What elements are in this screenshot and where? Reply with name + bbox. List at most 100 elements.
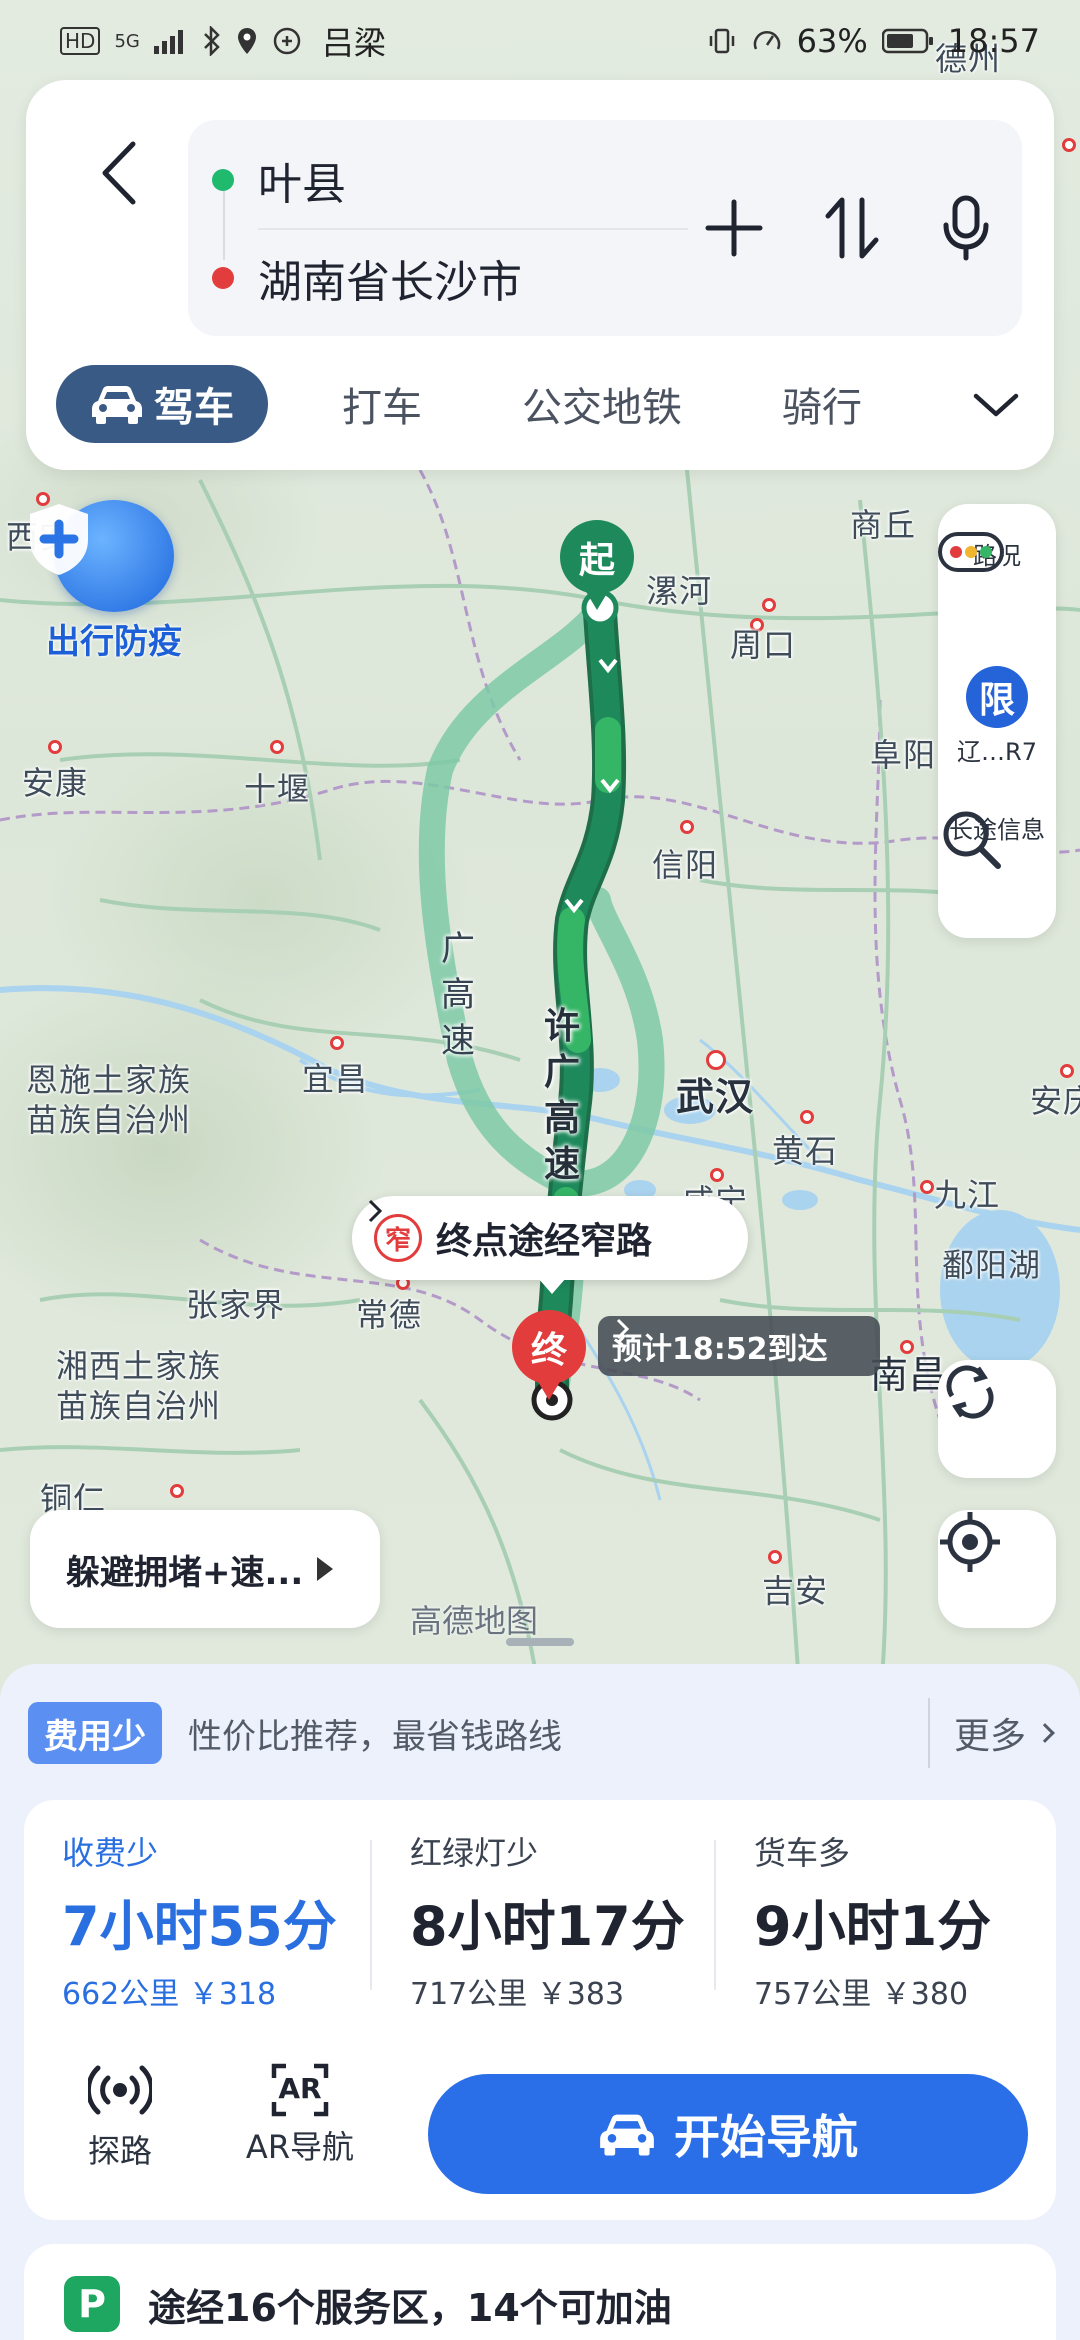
eta-text: 预计18:52到达	[612, 1332, 828, 1367]
city-xinyang: 信阳	[652, 846, 719, 884]
vibrate-icon	[709, 28, 734, 54]
side-toolbar: 路况 限 辽…R7 长途信息	[938, 504, 1056, 938]
broadcast-icon	[85, 2065, 155, 2115]
signal-icon	[153, 30, 183, 54]
restriction-label: 辽…R7	[957, 738, 1037, 766]
traffic-toggle[interactable]: 路况	[938, 532, 1056, 572]
chevron-right-icon	[1035, 1723, 1055, 1743]
route-plan-option[interactable]: 红绿灯少 8小时17分 717公里 ￥383	[370, 1834, 710, 2012]
city-jiujiang: 九江	[934, 1176, 1001, 1214]
car-icon	[92, 386, 142, 424]
city-wuhan: 武汉	[676, 1075, 755, 1119]
plan-distance-cost: 662公里 ￥318	[62, 1977, 277, 2012]
city-xiangxi: 湘西土家族 苗族自治州	[56, 1347, 222, 1425]
chevron-right-icon	[368, 1199, 383, 1223]
origin-dot	[212, 169, 234, 191]
route-planner-card: 叶县 湖南省长沙市 驾车 打车 公交地铁 骑行	[26, 80, 1054, 470]
city-yichang: 宜昌	[302, 1060, 369, 1098]
epidemic-label: 出行防疫	[46, 622, 182, 662]
refresh-route-button[interactable]	[938, 1360, 1056, 1478]
city-enshi: 恩施土家族 苗族自治州	[26, 1061, 192, 1139]
shield-status-icon	[273, 27, 301, 55]
destination-field[interactable]: 湖南省长沙市	[208, 228, 648, 328]
origin-field[interactable]: 叶县	[208, 130, 648, 230]
destination-dot	[212, 267, 234, 289]
plan-tag: 收费少	[62, 1834, 159, 1872]
long-trip-info[interactable]: 长途信息	[938, 806, 1056, 869]
ar-nav-label: AR导航	[245, 2128, 355, 2166]
restriction-info[interactable]: 限 辽…R7	[938, 666, 1056, 767]
tab-taxi[interactable]: 打车	[320, 365, 444, 443]
city-changde: 常德	[356, 1296, 423, 1334]
city-huangshi: 黄石	[772, 1132, 839, 1170]
tab-cycling[interactable]: 骑行	[760, 365, 884, 443]
sheet-drag-handle[interactable]	[506, 1638, 574, 1646]
epidemic-prevention-entry[interactable]: 出行防疫	[24, 500, 204, 662]
network-indicator: 5G	[114, 30, 140, 52]
eta-bubble[interactable]: 预计18:52到达	[598, 1316, 880, 1376]
shield-plus-icon	[30, 500, 174, 612]
more-routes-button[interactable]: 更多	[927, 1698, 1055, 1768]
back-arrow-icon	[102, 141, 136, 205]
city-dot	[170, 1484, 184, 1498]
locate-me-button[interactable]	[938, 1510, 1056, 1628]
plan-distance-cost: 757公里 ￥380	[754, 1977, 969, 2012]
route-plan-option[interactable]: 货车多 9小时1分 757公里 ￥380	[714, 1834, 1054, 2012]
route-recommendation-row[interactable]: 费用少 性价比推荐，最省钱路线 更多	[28, 1698, 1055, 1768]
status-location-label: 吕梁	[321, 24, 386, 62]
parking-icon: P	[64, 2276, 120, 2332]
tab-transit[interactable]: 公交地铁	[500, 365, 704, 443]
route-plan-option[interactable]: 收费少 7小时55分 662公里 ￥318	[24, 1800, 364, 2012]
city-nanchang: 南昌	[870, 1353, 949, 1397]
location-icon	[237, 28, 256, 54]
city-luohe: 漯河	[646, 572, 713, 610]
map-logo: 高德地图	[410, 1602, 539, 1640]
city-dot	[920, 1180, 934, 1194]
search-icon	[943, 811, 1001, 869]
bluetooth-icon	[203, 26, 220, 56]
route-options-sheet: 费用少 性价比推荐，最省钱路线 更多 收费少 7小时55分 662公里 ￥318…	[0, 1664, 1080, 2340]
city-ankang: 安康	[22, 764, 89, 802]
probe-route-button[interactable]: 探路	[50, 2062, 190, 2172]
city-dot	[330, 1036, 344, 1050]
car-icon	[600, 2114, 654, 2156]
plus-icon	[705, 199, 763, 257]
city-dot	[800, 1110, 814, 1124]
plan-tag: 货车多	[754, 1834, 851, 1872]
service-area-text: 途经16个服务区，14个可加油	[148, 2285, 672, 2330]
locate-icon	[940, 1512, 1000, 1572]
battery-percent: 63%	[796, 22, 868, 60]
start-pin[interactable]: 起	[560, 520, 634, 610]
ar-navigation-button[interactable]: AR AR导航	[230, 2062, 370, 2168]
more-modes-button[interactable]	[956, 362, 1036, 446]
microphone-icon	[943, 195, 989, 261]
swap-route-button[interactable]	[802, 178, 902, 278]
add-waypoint-button[interactable]	[684, 178, 784, 278]
start-navigation-button[interactable]: 开始导航	[428, 2074, 1028, 2194]
chevron-down-icon	[973, 393, 1019, 417]
narrow-road-notice[interactable]: 窄 终点途经窄路	[352, 1196, 748, 1294]
plan-tag: 红绿灯少	[410, 1834, 539, 1872]
end-pin[interactable]: 终	[512, 1310, 586, 1400]
ar-icon: AR	[270, 2062, 330, 2118]
tab-drive[interactable]: 驾车	[56, 365, 268, 443]
city-anqing: 安庆	[1030, 1082, 1080, 1120]
start-navigation-label: 开始导航	[674, 2110, 858, 2164]
plan-distance-cost: 717公里 ￥383	[410, 1977, 625, 2012]
back-button[interactable]	[74, 128, 164, 218]
plan-duration: 8小时17分	[410, 1895, 685, 1958]
voice-input-button[interactable]	[916, 178, 1016, 278]
status-bar: HD 5G 吕梁 63% 18:57	[0, 0, 1080, 82]
destination-value: 湖南省长沙市	[258, 257, 522, 308]
road-label-alt: 广高速	[441, 929, 475, 1061]
swap-icon	[825, 197, 879, 259]
probe-label: 探路	[87, 2132, 152, 2170]
service-area-card[interactable]: P 途经16个服务区，14个可加油	[24, 2244, 1056, 2340]
city-fuyang: 阜阳	[870, 736, 937, 774]
recommendation-description: 性价比推荐，最省钱路线	[188, 1716, 562, 1757]
origin-value: 叶县	[258, 159, 346, 210]
route-preference-button[interactable]: 躲避拥堵+速...	[30, 1510, 380, 1628]
city-dot	[768, 1550, 782, 1564]
route-preference-label: 躲避拥堵+速...	[66, 1552, 304, 1593]
restriction-badge: 限	[966, 666, 1028, 728]
